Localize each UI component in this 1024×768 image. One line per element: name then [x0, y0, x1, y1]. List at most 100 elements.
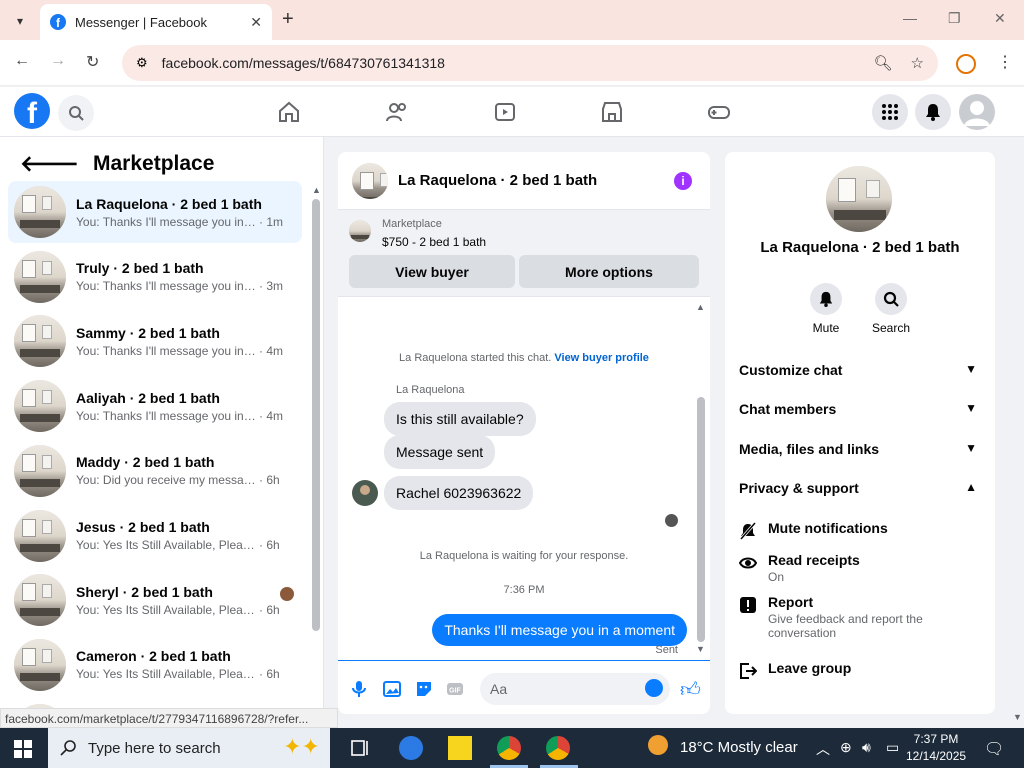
conversation-avatar	[14, 380, 66, 433]
scroll-up-arrow[interactable]: ▲	[312, 185, 321, 195]
conversation-item[interactable]: La Raquelona · 2 bed 1 bath You: Thanks I…	[8, 181, 302, 243]
conversation-time: · 6h	[259, 602, 280, 617]
conversation-time: · 3m	[259, 279, 283, 294]
leave-icon	[740, 663, 757, 679]
omnibox[interactable]: ⚙ facebook.com/messages/t/68473076134131…	[122, 45, 938, 81]
message-bubble[interactable]: Is this still available?	[384, 402, 536, 436]
browser-profile-icon[interactable]	[956, 54, 976, 74]
friends-icon[interactable]	[384, 99, 410, 125]
weather-icon[interactable]	[648, 735, 668, 755]
conversation-item[interactable]: Jesus · 2 bed 1 bath You: Yes Its Still A…	[8, 505, 302, 567]
reload-icon[interactable]: ↻	[86, 52, 99, 72]
url-text[interactable]: facebook.com/messages/t/684730761341318	[162, 55, 445, 71]
taskbar-clock[interactable]: 7:37 PM 12/14/2025	[906, 731, 966, 765]
listing-price[interactable]: $750 - 2 bed 1 bath	[382, 235, 486, 249]
message-input[interactable]: Aa	[480, 673, 670, 705]
info-icon[interactable]: i	[674, 172, 692, 190]
zoom-icon[interactable]: 🔍︎	[874, 54, 893, 72]
details-avatar[interactable]	[826, 166, 892, 232]
sender-avatar[interactable]	[352, 480, 378, 506]
media-files-row[interactable]: Media, files and links ▼	[739, 441, 981, 457]
account-avatar[interactable]	[959, 94, 995, 130]
browser-menu-icon[interactable]: ⋮	[997, 52, 1013, 72]
network-icon[interactable]: ⊕	[840, 739, 852, 756]
conversation-item[interactable]: Truly · 2 bed 1 bath You: Thanks I'll mes…	[8, 246, 302, 308]
marketplace-icon[interactable]	[599, 99, 625, 125]
mute-action[interactable]: Mute	[796, 283, 856, 335]
tray-chevron-icon[interactable]: ︿	[816, 739, 830, 759]
forward-icon[interactable]: →	[50, 52, 66, 70]
chrome-icon[interactable]	[497, 736, 521, 760]
page-scroll-down-arrow[interactable]: ▼	[1013, 712, 1022, 722]
task-view-icon[interactable]	[349, 736, 373, 760]
emoji-icon[interactable]	[645, 679, 663, 697]
menu-grid-icon[interactable]	[872, 94, 908, 130]
sticker-icon[interactable]	[415, 680, 433, 698]
chat-members-row[interactable]: Chat members ▼	[739, 401, 981, 417]
my-message-bubble[interactable]: Thanks I'll message you in a moment	[432, 614, 687, 646]
more-options-button[interactable]: More options	[519, 255, 699, 288]
snipping-tool-icon[interactable]	[399, 736, 423, 760]
listing-thumbnail[interactable]	[349, 220, 371, 242]
like-thumb-icon[interactable]: 👍︎	[680, 678, 701, 702]
windows-start-icon[interactable]	[14, 740, 32, 758]
message-bubble[interactable]: Message sent	[384, 435, 496, 469]
bell-icon[interactable]	[810, 283, 842, 315]
conversation-item[interactable]: Sheryl · 2 bed 1 bath You: Yes Its Still …	[8, 569, 302, 631]
conversation-avatar	[14, 509, 66, 562]
conversation-item[interactable]: Maddy · 2 bed 1 bath You: Did you receive…	[8, 440, 302, 502]
back-arrow-icon[interactable]: 🡐	[20, 151, 79, 177]
view-buyer-profile-link[interactable]: View buyer profile	[554, 352, 649, 364]
sticky-notes-icon[interactable]	[448, 736, 472, 760]
conversation-item[interactable]: Cameron · 2 bed 1 bath You: Yes Its Still…	[8, 634, 302, 696]
restore-button[interactable]: ❐	[948, 10, 961, 27]
notifications-bell-icon[interactable]	[915, 94, 951, 130]
conversation-preview: You: Yes Its Still Available, Please Se.…	[76, 667, 256, 682]
sidebar-scrollbar[interactable]	[312, 199, 320, 631]
facebook-search-icon[interactable]	[58, 95, 94, 131]
customize-chat-row[interactable]: Customize chat ▼	[739, 362, 981, 378]
photo-icon[interactable]	[383, 680, 401, 698]
microphone-icon[interactable]	[350, 680, 368, 698]
search-icon[interactable]	[875, 283, 907, 315]
sent-status: Sent	[655, 644, 678, 656]
conversation-item[interactable]: Aaliyah · 2 bed 1 bath You: Thanks I'll m…	[8, 375, 302, 437]
browser-tab[interactable]: f Messenger | Facebook ✕	[40, 4, 272, 40]
volume-icon[interactable]: 🔊︎	[862, 739, 871, 756]
bell-off-icon	[739, 522, 757, 540]
weather-text[interactable]: 18°C Mostly clear	[680, 739, 798, 756]
chevron-down-icon: ▼	[965, 441, 977, 455]
watch-icon[interactable]	[492, 99, 518, 125]
conversation-item[interactable]: Sammy · 2 bed 1 bath You: Thanks I'll mes…	[8, 310, 302, 372]
address-toolbar: ← → ↻ ⚙ facebook.com/messages/t/68473076…	[0, 40, 1024, 86]
taskbar-search[interactable]: Type here to search ✦✦	[48, 728, 330, 768]
close-tab-icon[interactable]: ✕	[250, 14, 262, 31]
tab-search-button[interactable]: ▾	[7, 8, 33, 34]
conversation-time: · 6h	[259, 667, 280, 682]
chat-avatar[interactable]	[352, 162, 388, 199]
back-icon[interactable]: ←	[14, 52, 30, 70]
chat-scroll-down-arrow[interactable]: ▼	[696, 644, 705, 654]
chat-scrollbar[interactable]	[697, 397, 705, 642]
media-files-label: Media, files and links	[739, 441, 880, 457]
privacy-support-row[interactable]: Privacy & support ▲	[739, 480, 981, 496]
display-icon[interactable]: ▭	[886, 739, 899, 756]
notification-center-icon[interactable]: 🗨︎	[984, 739, 1004, 759]
facebook-logo-icon[interactable]: f	[14, 93, 50, 129]
conversation-name: Sammy · 2 bed 1 bath	[76, 324, 220, 341]
gaming-icon[interactable]	[706, 99, 732, 125]
minimize-button[interactable]: —	[903, 10, 917, 26]
chat-scroll-up-arrow[interactable]: ▲	[696, 302, 705, 312]
message-bubble[interactable]: Rachel 6023963622	[384, 476, 534, 510]
gif-icon[interactable]: GIF	[446, 680, 464, 698]
search-action[interactable]: Search	[861, 283, 921, 335]
new-tab-button[interactable]: +	[282, 8, 294, 31]
close-window-button[interactable]: ✕	[994, 10, 1006, 27]
bookmark-star-icon[interactable]: ☆	[911, 54, 924, 72]
chrome-profile-icon[interactable]	[546, 736, 570, 760]
chat-title[interactable]: La Raquelona · 2 bed 1 bath	[398, 172, 597, 189]
site-settings-icon[interactable]: ⚙	[136, 55, 148, 71]
view-buyer-button[interactable]: View buyer	[349, 255, 515, 288]
conversation-avatar	[14, 574, 66, 627]
home-icon[interactable]	[276, 99, 302, 125]
